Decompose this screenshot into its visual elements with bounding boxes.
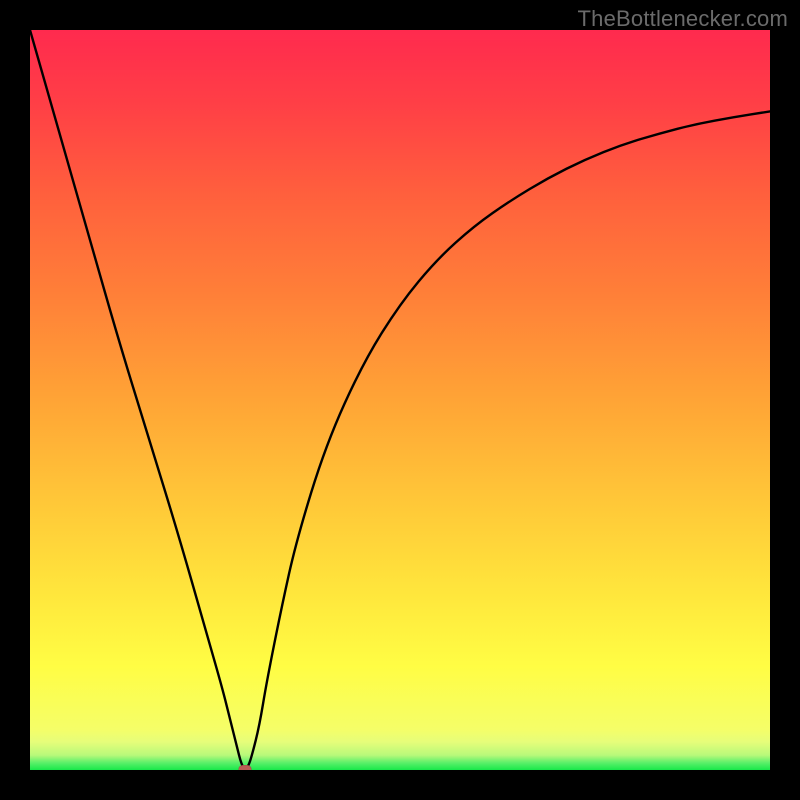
bottleneck-curve [30, 30, 770, 770]
watermark-label: TheBottlenecker.com [578, 6, 788, 32]
optimum-marker [238, 765, 251, 770]
plot-area [30, 30, 770, 770]
chart-frame: TheBottlenecker.com [0, 0, 800, 800]
